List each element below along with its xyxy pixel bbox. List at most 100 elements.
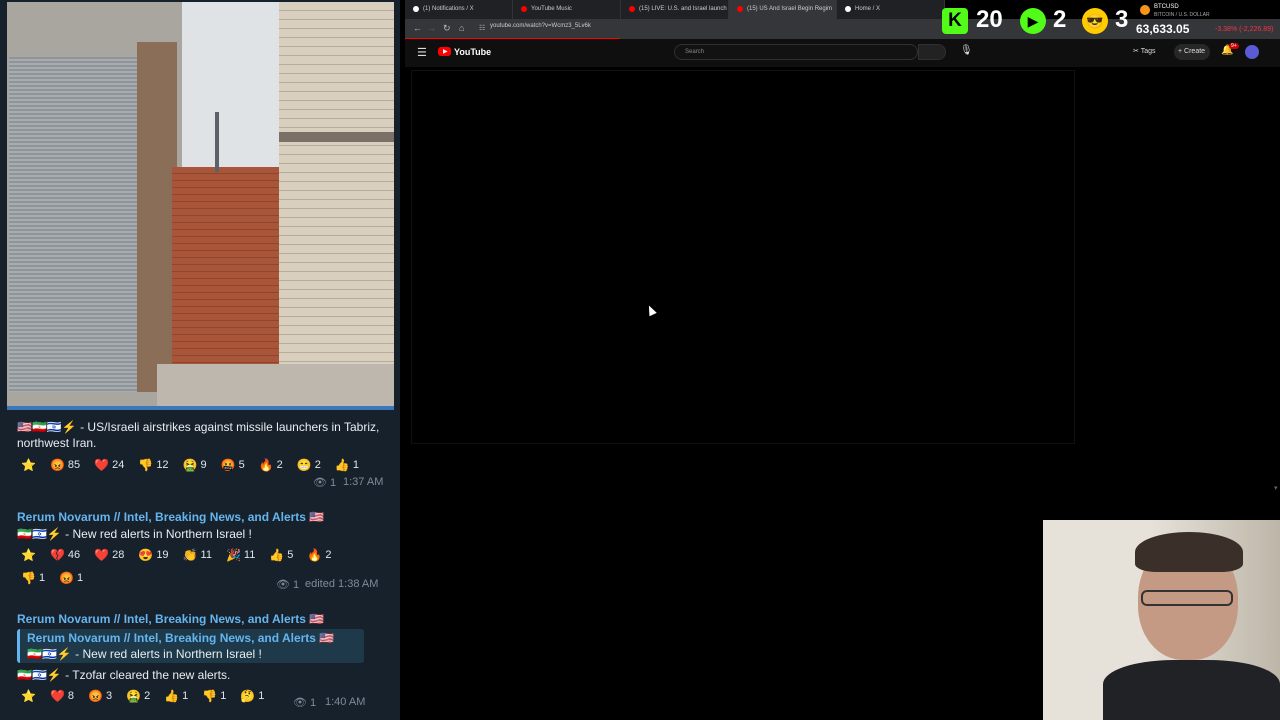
btc-change: -3.38% (-2,226.89): [1215, 26, 1274, 33]
search-button[interactable]: [918, 44, 946, 60]
site-info-icon[interactable]: ☷: [479, 24, 485, 32]
reaction-count: 1: [38, 572, 46, 584]
reaction-emoji-icon: 👍: [334, 458, 350, 472]
channel-name[interactable]: Rerum Novarum // Intel, Breaking News, a…: [17, 510, 324, 524]
reply-quote[interactable]: Rerum Novarum // Intel, Breaking News, a…: [17, 629, 364, 663]
reaction-chip[interactable]: 👏 11: [179, 547, 216, 563]
bitcoin-icon: [1140, 5, 1150, 15]
menu-icon[interactable]: ☰: [417, 46, 427, 59]
reaction-emoji-icon: 💔: [49, 548, 65, 562]
reaction-chip[interactable]: 🎉 11: [222, 547, 259, 563]
reaction-chip[interactable]: ❤️ 28: [90, 547, 128, 563]
browser-tab[interactable]: YouTube Music: [513, 0, 621, 19]
reaction-chip[interactable]: 👍 1: [160, 688, 192, 704]
scroll-down-icon[interactable]: ▾: [1274, 484, 1278, 492]
reaction-chip[interactable]: 👍 1: [331, 457, 363, 473]
reaction-count: 28: [112, 549, 125, 561]
reaction-count: 1: [182, 690, 189, 702]
microphone-icon[interactable]: 🎙: [960, 45, 973, 56]
reaction-chip[interactable]: ⭐: [17, 547, 40, 563]
sunglasses-emoji-icon: 😎: [1082, 8, 1108, 34]
post-time: 1:37 AM: [343, 476, 384, 488]
video-progress[interactable]: [7, 406, 394, 410]
reaction-chip[interactable]: 😡 3: [84, 688, 116, 704]
btc-subtitle: BITCOIN / U.S. DOLLAR: [1154, 12, 1210, 18]
person-shirt: [1103, 660, 1280, 720]
reaction-emoji-icon: 🎉: [225, 548, 241, 562]
reaction-chip[interactable]: 🤮 9: [179, 457, 211, 473]
play-icon: ▶: [1020, 8, 1046, 34]
views-count: 👁 1: [313, 477, 337, 489]
reaction-count: 12: [156, 459, 169, 471]
youtube-logo-text[interactable]: YouTube: [454, 47, 491, 57]
reaction-emoji-icon: 👎: [138, 458, 154, 472]
reaction-chip[interactable]: 🔥 2: [255, 457, 287, 473]
reaction-chip[interactable]: 👍 5: [265, 547, 297, 563]
back-icon[interactable]: ←: [413, 23, 422, 33]
telegram-panel: 🇺🇸🇮🇷🇮🇱⚡ - US/Israeli airstrikes against …: [0, 0, 400, 720]
reaction-emoji-icon: ⭐: [21, 458, 36, 472]
reaction-count: 46: [67, 549, 81, 561]
tab-label: (15) US And Israel Begin Regim: [747, 6, 833, 12]
views-count: 👁 1: [293, 697, 317, 709]
browser-tab[interactable]: Home / X: [837, 0, 945, 19]
reaction-emoji-icon: 😡: [88, 689, 103, 703]
btc-price: 63,633.05: [1136, 22, 1190, 36]
reaction-count: 2: [314, 459, 321, 471]
reaction-count: 1: [258, 690, 265, 702]
attached-video[interactable]: [7, 2, 394, 410]
reaction-chip[interactable]: 👎 12: [134, 457, 172, 473]
post-time: 1:40 AM: [325, 696, 366, 708]
video-player[interactable]: [411, 70, 1075, 444]
search-input[interactable]: Search: [674, 44, 918, 60]
tags-button[interactable]: ✂ Tags: [1133, 47, 1155, 55]
browser-tab[interactable]: (15) LIVE: U.S. and Israel launch: [621, 0, 729, 19]
post-text: 🇮🇷🇮🇱⚡ - New red alerts in Northern Israe…: [17, 527, 252, 541]
reaction-chip[interactable]: ❤️ 8: [46, 688, 78, 704]
wall-ledge: [279, 132, 394, 142]
pole: [215, 112, 219, 172]
channel-name[interactable]: Rerum Novarum // Intel, Breaking News, a…: [17, 612, 324, 626]
reaction-count: 8: [67, 690, 75, 702]
reaction-chip[interactable]: ⭐: [17, 688, 40, 704]
tab-label: (1) Notifications / X: [423, 6, 474, 12]
post-text: 🇮🇷🇮🇱⚡ - Tzofar cleared the new alerts.: [17, 668, 231, 682]
reaction-chip[interactable]: 💔 46: [46, 547, 84, 563]
avatar[interactable]: [1245, 45, 1259, 59]
play-triangle-icon: ▶: [443, 49, 448, 55]
reaction-emoji-icon: ❤️: [94, 548, 110, 562]
tab-bar: (1) Notifications / X YouTube Music (15) L…: [405, 0, 945, 19]
reload-icon[interactable]: ↻: [443, 23, 451, 34]
tab-label: Home / X: [855, 6, 881, 12]
reactions-row: 👎 1 😡 1: [17, 568, 87, 588]
home-icon[interactable]: ⌂: [459, 23, 464, 33]
reaction-chip[interactable]: 😍 19: [134, 547, 172, 563]
reaction-chip[interactable]: 😁 2: [293, 457, 325, 473]
tab-label: YouTube Music: [531, 6, 572, 12]
reaction-chip[interactable]: 😡 85: [46, 457, 84, 473]
reaction-chip[interactable]: 😡 1: [55, 570, 87, 586]
browser-tab[interactable]: (15) US And Israel Begin Regim: [729, 0, 837, 19]
reaction-emoji-icon: 👍: [269, 548, 285, 562]
roller-shutter: [9, 57, 137, 392]
reaction-chip[interactable]: 🤔 1: [236, 688, 268, 704]
browser-tab[interactable]: (1) Notifications / X: [405, 0, 513, 19]
reaction-chip[interactable]: 👎 1: [17, 570, 49, 586]
reaction-emoji-icon: ❤️: [49, 689, 65, 703]
kick-logo-icon: K: [942, 8, 968, 34]
forward-icon[interactable]: →: [427, 23, 436, 33]
tab-favicon-icon: [737, 6, 743, 12]
reaction-chip[interactable]: 🤮 2: [122, 688, 154, 704]
reactions-row: ⭐ ❤️ 8 😡 3 🤮 2 👍 1 👎 1 🤔 1: [17, 686, 268, 706]
tab-favicon-icon: [413, 6, 419, 12]
reaction-chip[interactable]: ⭐: [17, 457, 40, 473]
url-field[interactable]: youtube.com/watch?v=Wcmz3_5Lv6k: [490, 23, 591, 29]
reaction-chip[interactable]: 🔥 2: [303, 547, 335, 563]
reaction-chip[interactable]: ❤️ 24: [90, 457, 128, 473]
reaction-chip[interactable]: 👎 1: [198, 688, 230, 704]
reaction-chip[interactable]: 🤬 5: [217, 457, 249, 473]
reaction-emoji-icon: 🤮: [126, 689, 142, 703]
webcam-overlay: [1043, 520, 1280, 720]
reaction-emoji-icon: 😡: [49, 458, 65, 472]
create-button[interactable]: + Create: [1174, 44, 1210, 60]
